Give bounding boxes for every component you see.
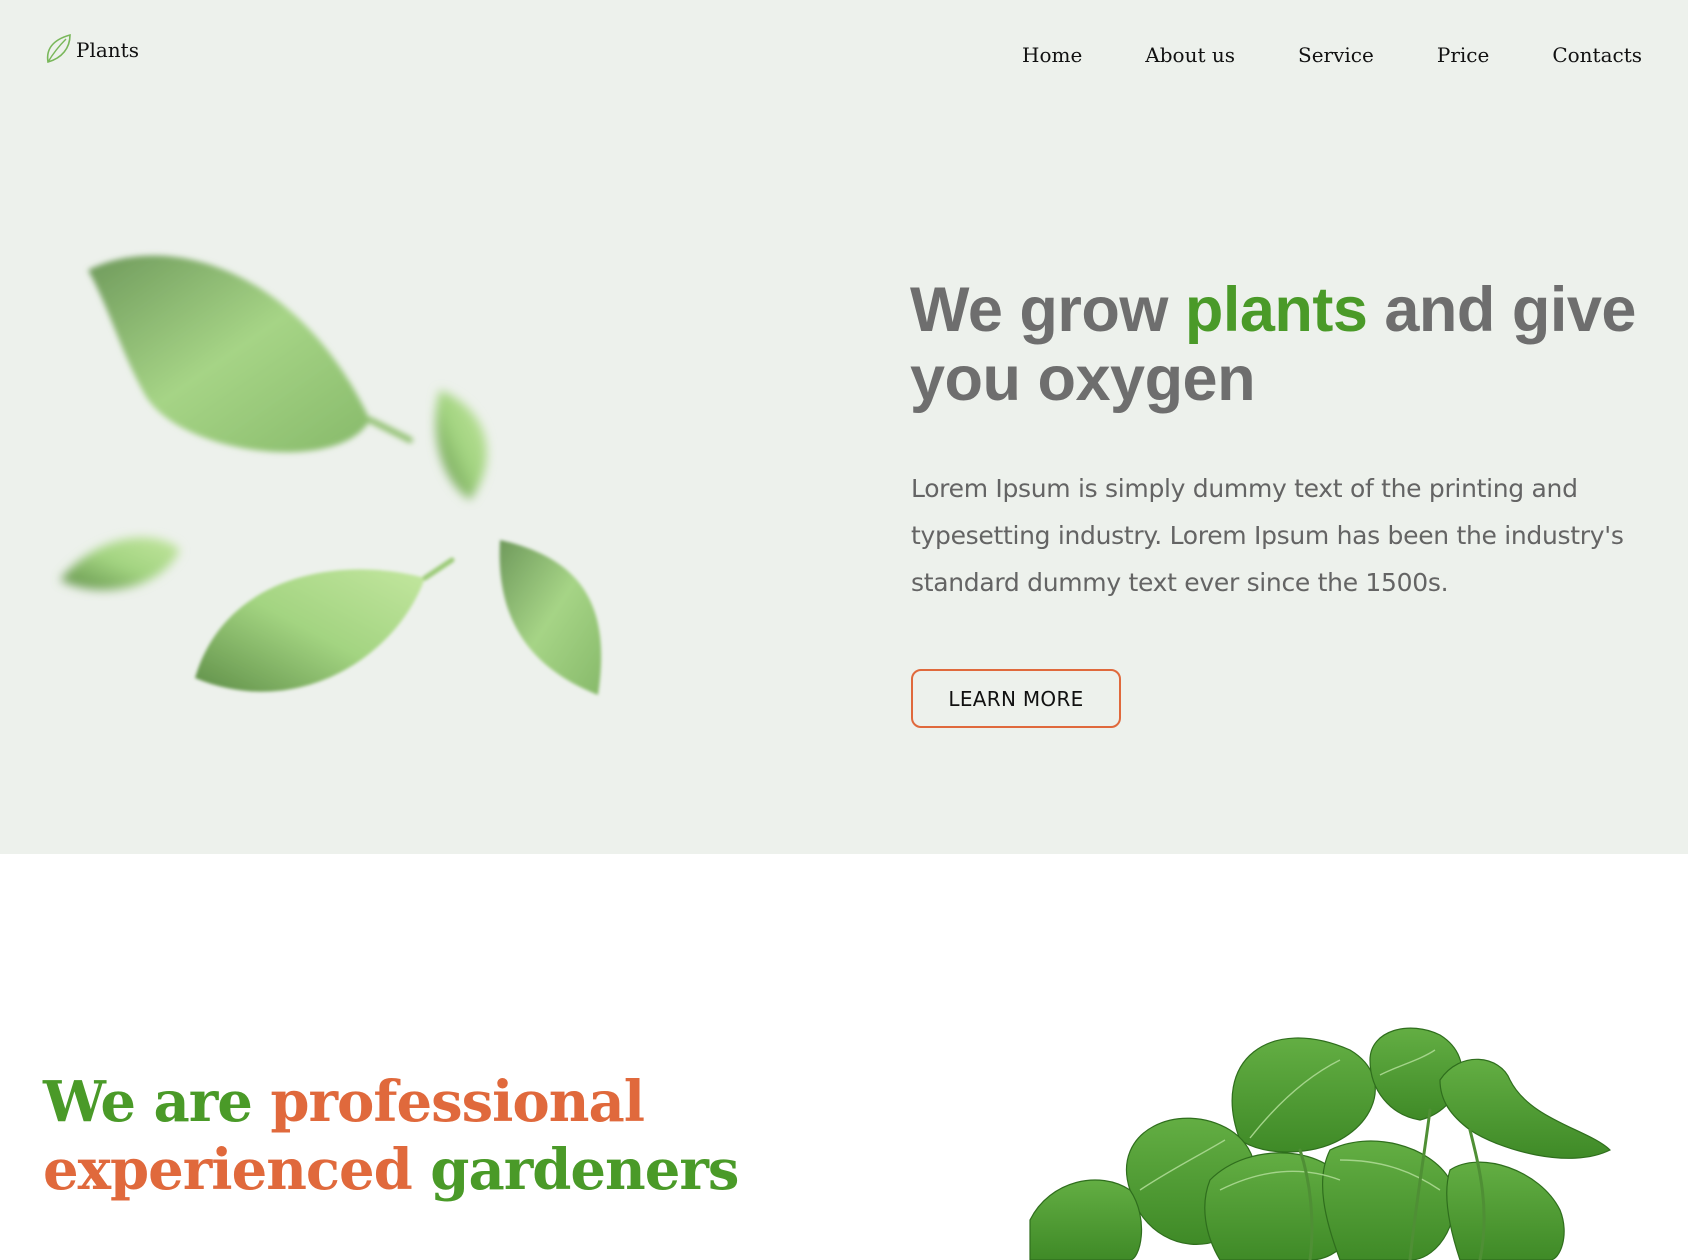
main-nav: Home About us Service Price Contacts — [1022, 40, 1642, 70]
mid-leaf — [195, 557, 455, 692]
about-title: We are professional experienced gardener… — [43, 1068, 843, 1204]
large-leaf — [88, 255, 413, 453]
hero-title: We grow plants and give you oxygen — [910, 276, 1650, 414]
nav-about-us[interactable]: About us — [1145, 40, 1235, 70]
about-title-part3: gardeners — [411, 1137, 739, 1203]
monstera-plant-image — [1029, 1027, 1612, 1260]
brand-logo[interactable]: Plants — [44, 32, 139, 64]
nav-home[interactable]: Home — [1022, 40, 1082, 70]
floating-leaves-image — [60, 255, 602, 695]
nav-service[interactable]: Service — [1298, 40, 1374, 70]
about-title-part1: We are — [43, 1069, 271, 1135]
right-leaf — [499, 540, 602, 695]
nav-contacts[interactable]: Contacts — [1552, 40, 1642, 70]
hero-description: Lorem Ipsum is simply dummy text of the … — [911, 474, 1624, 597]
small-leaf-right — [435, 390, 487, 500]
small-leaf-left — [60, 537, 180, 590]
hero-section: Plants Home About us Service Price Conta… — [0, 0, 1688, 854]
learn-more-button[interactable]: LEARN MORE — [911, 669, 1121, 728]
brand-name: Plants — [76, 38, 139, 62]
hero-title-accent: plants — [1184, 275, 1368, 345]
nav-price[interactable]: Price — [1437, 40, 1489, 70]
leaf-icon — [46, 33, 71, 64]
hero-title-part1: We grow — [910, 275, 1185, 345]
